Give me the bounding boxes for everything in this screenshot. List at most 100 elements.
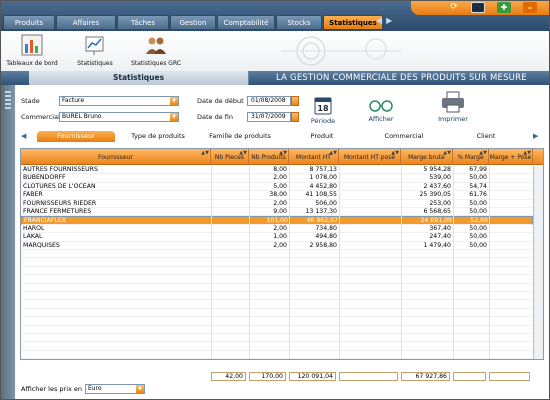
table-cell: 5,00 — [273, 182, 287, 190]
table-row[interactable]: HAROL 2,00 734,80 367,40 50,00 — [21, 225, 533, 234]
table-cell — [339, 174, 401, 181]
glasses-icon — [369, 100, 393, 112]
table-row[interactable]: FRANCE FERMETURES 9,00 13 137,30 6 568,65 50… — [21, 208, 533, 217]
table-cell: 2 958,80 — [309, 241, 337, 249]
tab-produit[interactable]: Produit — [283, 131, 361, 142]
application-window: Produits Affaires Tâches Gestion Comptabilit… — [0, 0, 550, 400]
tab-gestion[interactable]: Gestion — [170, 15, 216, 29]
column-header[interactable]: Marge + Pose ▲▼ — [489, 149, 533, 165]
chevron-down-icon[interactable]: ▼ — [136, 385, 144, 393]
sort-icon[interactable]: ▲▼ — [391, 150, 399, 157]
end-date-picker-button[interactable] — [291, 112, 299, 122]
minimize-icon[interactable]: – — [523, 2, 537, 13]
calendar-icon: 18 — [314, 97, 332, 115]
table-cell: BUBENDORFF — [23, 174, 66, 182]
table-cell — [211, 233, 249, 240]
table-cell: 5 954,28 — [423, 166, 451, 173]
table-cell: 13 137,30 — [305, 208, 338, 215]
dashboard-label: Tableaux de bord — [6, 60, 58, 67]
column-header[interactable]: % Marge ▲▼ — [453, 149, 489, 165]
statistics-button[interactable]: Statistiques — [73, 34, 117, 67]
table-row[interactable]: FRANCIAFLEX 101,00 46 962,07 24 691,09 52,69 — [21, 216, 533, 225]
print-button[interactable]: Imprimer — [435, 91, 471, 123]
vertical-scrollbar[interactable] — [533, 166, 543, 359]
table-cell — [211, 200, 249, 207]
table-cell: 46 962,07 — [306, 217, 339, 224]
table-cell: 2 437,60 — [423, 182, 451, 190]
display-button[interactable]: Afficher — [365, 99, 397, 123]
table-cell: CLOTURES DE L'OCEAN — [23, 182, 96, 190]
left-panel-handle[interactable] — [1, 85, 15, 399]
tab-scroll-arrows[interactable]: ◀▶ — [376, 16, 396, 25]
table-cell — [339, 242, 401, 249]
commercial-select[interactable]: BUREL Bruno ▼ — [59, 112, 179, 122]
currency-select[interactable]: Euro ▼ — [85, 384, 145, 394]
tab-affaires[interactable]: Affaires — [56, 15, 116, 29]
column-header[interactable]: Nb Pieces ▲▼ — [211, 149, 249, 165]
tab-stocks[interactable]: Stocks — [276, 15, 322, 29]
column-header[interactable]: Marge brute ▲▼ — [401, 149, 453, 165]
table-cell — [489, 208, 533, 215]
table-row[interactable]: CLOTURES DE L'OCEAN 5,00 4 452,80 2 437,60 5… — [21, 182, 533, 192]
print-label: Imprimer — [438, 115, 468, 123]
table-cell: LAKAL — [23, 233, 43, 241]
tabs-right-arrow[interactable]: ▶ — [533, 132, 538, 140]
table-row[interactable]: AUTRES FOURNISSEURS 8,00 8 757,13 5 954,28 6… — [21, 166, 533, 175]
tab-tches[interactable]: Tâches — [117, 15, 169, 29]
tab-statistiques[interactable]: Statistiques — [323, 15, 383, 29]
column-header[interactable]: Nb Produits ▲▼ — [249, 149, 289, 165]
table-cell: 52,69 — [470, 217, 488, 224]
tab-famille-produits[interactable]: Famille de produits — [201, 131, 279, 142]
monitor-icon[interactable] — [471, 2, 485, 13]
column-header[interactable]: Montant HT posé ▲▼ — [339, 149, 401, 165]
refresh-icon[interactable]: ⟳ — [447, 2, 461, 13]
tab-commercial[interactable]: Commercial — [365, 131, 443, 142]
end-date-label: Date de fin — [197, 113, 234, 121]
table-cell — [339, 166, 401, 173]
tabs-left-arrow[interactable]: ◀ — [21, 132, 26, 140]
table-cell: 2,00 — [273, 241, 287, 249]
sort-icon[interactable]: ▲▼ — [279, 150, 287, 157]
sort-icon[interactable]: ▲▼ — [479, 150, 487, 157]
exit-icon[interactable]: ✚ — [497, 2, 511, 13]
table-row[interactable]: FABER 38,00 41 108,55 25 390,05 61,76 — [21, 191, 533, 200]
empty-row — [21, 342, 533, 351]
tab-comptabilit[interactable]: Comptabilité — [217, 15, 275, 29]
total-cell: 67 927,86 — [401, 372, 450, 381]
stade-select[interactable]: Facture ▼ — [59, 96, 179, 106]
currency-value: Euro — [88, 385, 102, 392]
column-header[interactable]: Montant HT ▲▼ — [289, 149, 339, 165]
table-cell: 25 390,05 — [419, 191, 452, 199]
crm-statistics-button[interactable]: Statistiques GRC — [125, 34, 187, 67]
sort-icon[interactable]: ▲▼ — [201, 150, 209, 157]
period-button[interactable]: 18 Période — [309, 95, 337, 125]
sort-icon[interactable]: ▲▼ — [443, 150, 451, 157]
tab-type-produits[interactable]: Type de produits — [119, 131, 197, 142]
sort-icon[interactable]: ▲▼ — [239, 150, 247, 157]
chevron-down-icon[interactable]: ▼ — [170, 97, 178, 105]
sort-icon[interactable]: ▲▼ — [523, 150, 531, 157]
table-cell — [339, 225, 401, 232]
printer-icon — [442, 91, 464, 113]
dashboard-button[interactable]: Tableaux de bord — [5, 34, 59, 67]
start-date-field[interactable]: 01/08/2008 — [247, 96, 291, 106]
table-row[interactable]: MARQUISES 2,00 2 958,80 1 479,40 50,00 — [21, 242, 533, 250]
supplier-statistics-table: Fournisseur ▲▼ Nb Pieces ▲▼ Nb Produits ▲▼ Mon… — [20, 148, 544, 360]
table-cell — [211, 191, 249, 198]
statistics-icon — [85, 36, 104, 55]
table-row[interactable]: BUBENDORFF 2,00 1 078,00 539,00 50,00 — [21, 174, 533, 183]
table-row[interactable]: LAKAL 1,00 494,80 247,40 50,00 — [21, 233, 533, 242]
start-date-picker-button[interactable] — [291, 96, 299, 106]
table-cell: 8,00 — [273, 166, 287, 173]
table-cell: 1,00 — [273, 233, 287, 241]
tab-fournisseur[interactable]: Fournisseur — [37, 131, 115, 142]
end-date-field[interactable]: 31/07/2009 — [247, 112, 291, 122]
sort-icon[interactable]: ▲▼ — [329, 150, 337, 157]
table-row[interactable]: FOURNISSEURS RIEDER 2,00 506,00 253,00 50,00 — [21, 200, 533, 208]
column-divider — [453, 166, 454, 359]
column-header[interactable]: Fournisseur ▲▼ — [21, 149, 211, 165]
tab-client[interactable]: Client — [447, 131, 525, 142]
chevron-down-icon[interactable]: ▼ — [170, 113, 178, 121]
table-cell: FRANCE FERMETURES — [23, 208, 92, 215]
tab-produits[interactable]: Produits — [3, 15, 55, 29]
